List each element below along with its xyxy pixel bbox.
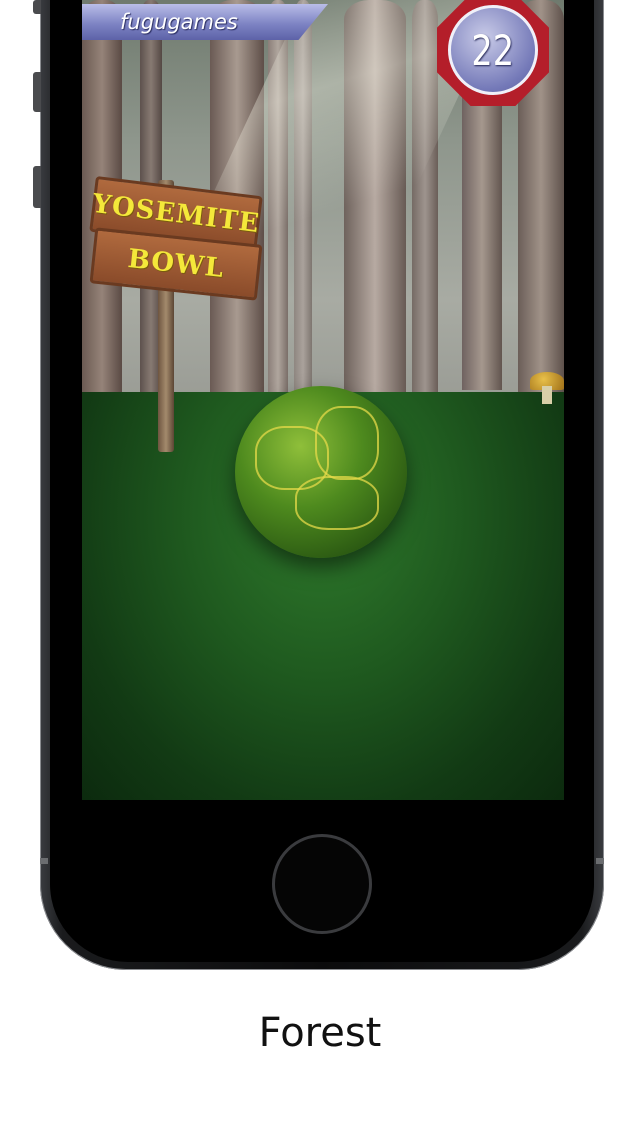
caption-title: Forest	[258, 1010, 382, 1056]
score-circle: 22	[448, 5, 538, 95]
antenna-band-right	[596, 858, 604, 864]
top-button	[33, 0, 41, 14]
mute-switch	[33, 72, 41, 112]
sign-text-line2: BOWL	[126, 244, 226, 284]
volume-button	[33, 166, 41, 208]
mushroom-stem	[542, 386, 552, 404]
player-name-banner: fugugames	[82, 4, 328, 40]
ball-crack	[315, 406, 379, 480]
mushroom	[530, 372, 564, 404]
antenna-band-left	[40, 858, 48, 864]
player-ball[interactable]	[235, 386, 407, 558]
home-button[interactable]	[272, 834, 372, 934]
ball-crack	[295, 476, 379, 530]
score-value: 22	[471, 25, 515, 75]
player-name: fugugames	[120, 10, 238, 34]
